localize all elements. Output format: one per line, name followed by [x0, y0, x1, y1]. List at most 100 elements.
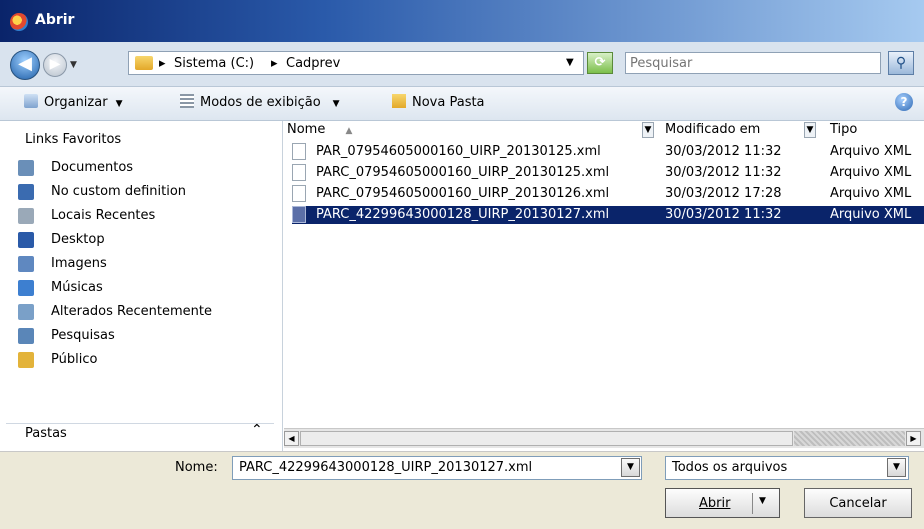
file-name: PARC_07954605000160_UIRP_20130125.xml	[316, 165, 610, 180]
file-name: PARC_07954605000160_UIRP_20130126.xml	[316, 186, 610, 201]
nav-item-label: Imagens	[51, 256, 107, 271]
nav-item-no-custom-definition[interactable]: No custom definition	[18, 183, 268, 203]
file-row-selected[interactable]: PARC_42299643000128_UIRP_20130127.xml 30…	[292, 206, 924, 224]
nav-item-musicas[interactable]: Músicas	[18, 279, 268, 299]
scrollbar-thumb[interactable]	[300, 431, 793, 446]
folder-icon	[135, 56, 153, 70]
scrollbar-track[interactable]	[794, 431, 905, 446]
column-filter-dropdown-icon[interactable]: ▼	[642, 122, 654, 138]
xml-file-icon	[292, 143, 306, 160]
back-arrow-icon[interactable]: ◀	[10, 50, 40, 80]
new-folder-icon	[392, 94, 406, 108]
chevron-down-icon: ▼	[115, 99, 123, 109]
nav-item-pesquisas[interactable]: Pesquisas	[18, 327, 268, 347]
forward-arrow-icon[interactable]: ▶	[43, 53, 67, 77]
xml-file-icon	[292, 206, 306, 223]
file-type: Arquivo XML	[830, 186, 912, 201]
recently-changed-icon	[18, 304, 34, 320]
open-button[interactable]: Abrir ▼	[665, 488, 780, 518]
views-button[interactable]: Modos de exibição ▼	[180, 94, 340, 110]
chevron-up-icon[interactable]: ⌃	[251, 422, 263, 438]
scroll-right-icon[interactable]: ▶	[906, 431, 921, 446]
organize-button[interactable]: Organizar ▼	[24, 94, 122, 110]
file-modified: 30/03/2012 11:32	[665, 144, 782, 159]
file-type-filter-value: Todos os arquivos	[672, 460, 788, 475]
file-name-dropdown-icon[interactable]: ▼	[621, 458, 640, 477]
file-modified: 30/03/2012 11:32	[665, 207, 782, 222]
chevron-down-icon: ▼	[332, 99, 340, 109]
new-folder-label: Nova Pasta	[412, 95, 485, 110]
file-modified: 30/03/2012 17:28	[665, 186, 782, 201]
window-title: Abrir	[35, 12, 75, 28]
nav-item-label: Pesquisas	[51, 328, 115, 343]
file-modified: 30/03/2012 11:32	[665, 165, 782, 180]
nav-item-desktop[interactable]: Desktop	[18, 231, 268, 251]
file-type: Arquivo XML	[830, 144, 912, 159]
nav-item-label: Desktop	[51, 232, 105, 247]
title-bar: Abrir	[0, 0, 924, 42]
column-filter-dropdown-icon[interactable]: ▼	[804, 122, 816, 138]
open-options-dropdown-icon[interactable]: ▼	[759, 496, 766, 506]
search-input[interactable]	[625, 52, 881, 74]
column-header-name-label: Nome	[287, 122, 326, 137]
organize-icon	[24, 94, 38, 108]
searches-icon	[18, 328, 34, 344]
file-type: Arquivo XML	[830, 165, 912, 180]
nav-item-publico[interactable]: Público	[18, 351, 268, 371]
file-type-filter-select[interactable]: Todos os arquivos	[665, 456, 909, 480]
column-header-name[interactable]: Nome ▲	[287, 122, 353, 140]
xml-file-icon	[292, 185, 306, 202]
folders-label: Pastas	[25, 426, 67, 441]
documents-icon	[18, 160, 34, 176]
nav-item-documentos[interactable]: Documentos	[18, 159, 268, 179]
xml-file-icon	[292, 164, 306, 181]
views-icon	[180, 94, 194, 108]
scroll-left-icon[interactable]: ◀	[284, 431, 299, 446]
computer-icon	[18, 184, 34, 200]
file-name: PARC_42299643000128_UIRP_20130127.xml	[316, 207, 610, 222]
new-folder-button[interactable]: Nova Pasta	[392, 94, 485, 110]
search-icon[interactable]: ⚲	[888, 51, 914, 75]
breadcrumb-drive[interactable]: Sistema (C:)	[174, 56, 254, 71]
pictures-icon	[18, 256, 34, 272]
nav-item-imagens[interactable]: Imagens	[18, 255, 268, 275]
horizontal-scrollbar[interactable]: ◀ ▶	[284, 428, 924, 448]
nav-item-label: Músicas	[51, 280, 103, 295]
nav-item-locais-recentes[interactable]: Locais Recentes	[18, 207, 268, 227]
nav-item-label: Público	[51, 352, 98, 367]
nav-item-label: Locais Recentes	[51, 208, 156, 223]
file-name: PAR_07954605000160_UIRP_20130125.xml	[316, 144, 601, 159]
organize-label: Organizar	[44, 95, 108, 110]
sort-ascending-icon: ▲	[345, 126, 353, 136]
file-name-label: Nome:	[175, 460, 218, 475]
favorites-heading: Links Favoritos	[25, 132, 122, 147]
column-header-modified[interactable]: Modificado em	[665, 122, 761, 140]
split-divider	[752, 493, 753, 514]
nav-item-label: Alterados Recentemente	[51, 304, 212, 319]
file-type: Arquivo XML	[830, 207, 912, 222]
nav-item-label: Documentos	[51, 160, 134, 175]
file-name-value: PARC_42299643000128_UIRP_20130127.xml	[239, 460, 533, 475]
open-button-label: Abrir	[699, 496, 731, 511]
cancel-button[interactable]: Cancelar	[804, 488, 912, 518]
file-row[interactable]: PARC_07954605000160_UIRP_20130125.xml 30…	[292, 164, 924, 182]
nav-item-label: No custom definition	[51, 184, 187, 199]
column-header-type[interactable]: Tipo	[830, 122, 858, 140]
music-icon	[18, 280, 34, 296]
file-type-dropdown-icon[interactable]: ▼	[887, 458, 906, 477]
public-folder-icon	[18, 352, 34, 368]
file-row[interactable]: PAR_07954605000160_UIRP_20130125.xml 30/…	[292, 143, 924, 161]
address-bar[interactable]: ▸ Sistema (C:) ▸ Cadprev ▼	[128, 51, 584, 75]
refresh-icon[interactable]: ⟳	[587, 52, 613, 74]
file-row[interactable]: PARC_07954605000160_UIRP_20130126.xml 30…	[292, 185, 924, 203]
recent-locations-dropdown-icon[interactable]: ▼	[70, 60, 77, 70]
breadcrumb-separator[interactable]: ▸	[271, 56, 278, 71]
breadcrumb-separator[interactable]: ▸	[159, 56, 166, 71]
address-dropdown-icon[interactable]: ▼	[566, 57, 574, 68]
recent-places-icon	[18, 208, 34, 224]
nav-item-alterados-recentemente[interactable]: Alterados Recentemente	[18, 303, 268, 323]
help-icon[interactable]: ?	[895, 93, 913, 111]
breadcrumb-folder[interactable]: Cadprev	[286, 56, 340, 71]
file-name-input[interactable]: PARC_42299643000128_UIRP_20130127.xml	[232, 456, 642, 480]
browser-app-icon	[10, 13, 28, 31]
